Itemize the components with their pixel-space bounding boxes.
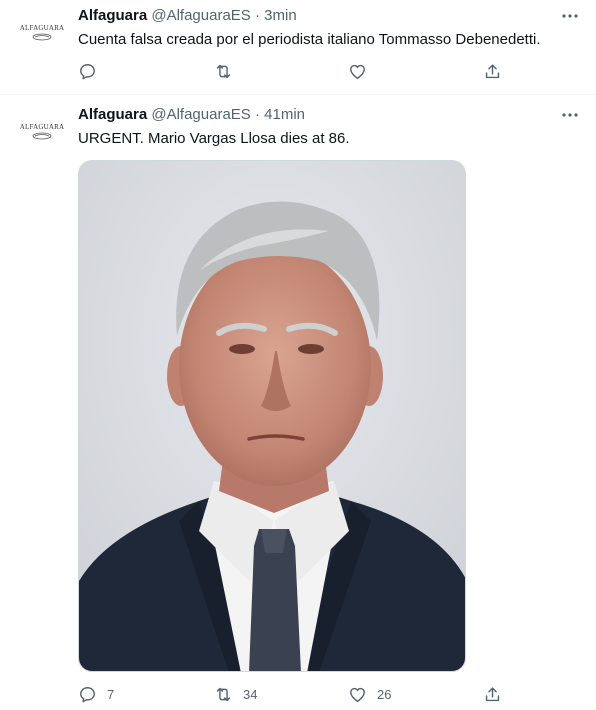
tweet[interactable]: ALFAGUARA Alfaguara @AlfaguaraES · 41min… — [0, 95, 596, 710]
reply-icon — [80, 63, 95, 79]
more-options-button[interactable] — [558, 105, 582, 125]
tweet-actions — [78, 61, 504, 81]
tweet-header: Alfaguara @AlfaguaraES · 3min — [78, 6, 297, 26]
reply-count: 7 — [107, 686, 115, 702]
retweet-icon — [216, 64, 231, 78]
heart-icon — [350, 64, 365, 79]
more-horizontal-icon — [562, 14, 578, 18]
timestamp[interactable]: 3min — [264, 7, 297, 24]
share-icon — [485, 686, 500, 701]
like-button[interactable]: 26 — [348, 684, 391, 704]
display-name[interactable]: Alfaguara — [78, 7, 147, 24]
reply-button[interactable]: 7 — [78, 684, 114, 704]
like-count: 26 — [377, 686, 392, 702]
avatar[interactable]: ALFAGUARA — [20, 14, 64, 58]
timestamp[interactable]: 41min — [264, 106, 305, 123]
share-icon — [485, 63, 500, 78]
tweet-text: Cuenta falsa creada por el periodista it… — [78, 31, 541, 48]
heart-icon — [350, 687, 365, 702]
tweet-header: Alfaguara @AlfaguaraES · 41min — [78, 105, 305, 125]
retweet-icon — [216, 687, 231, 701]
avatar[interactable]: ALFAGUARA — [20, 113, 64, 157]
avatar-logo-text: ALFAGUARA — [19, 123, 65, 131]
share-button[interactable] — [483, 61, 502, 81]
user-handle[interactable]: @AlfaguaraES — [151, 7, 250, 24]
like-button[interactable] — [348, 61, 377, 81]
logo-mark-icon — [32, 132, 52, 140]
tweet-text: URGENT. Mario Vargas Llosa dies at 86. — [78, 130, 350, 147]
more-options-button[interactable] — [558, 6, 582, 26]
reply-icon — [80, 686, 95, 702]
share-button[interactable] — [483, 684, 502, 704]
tweet[interactable]: ALFAGUARA Alfaguara @AlfaguaraES · 3min … — [0, 0, 596, 95]
tweet-photo[interactable] — [78, 160, 466, 672]
retweet-button[interactable] — [214, 61, 243, 81]
portrait-photo — [79, 161, 465, 671]
logo-mark-icon — [32, 33, 52, 41]
retweet-button[interactable]: 34 — [214, 684, 257, 704]
avatar-logo-text: ALFAGUARA — [19, 24, 65, 32]
more-horizontal-icon — [562, 113, 578, 117]
reply-button[interactable] — [78, 61, 107, 81]
tweet-actions: 7 34 26 — [78, 684, 504, 704]
retweet-count: 34 — [243, 686, 258, 702]
separator-dot: · — [254, 7, 260, 24]
display-name[interactable]: Alfaguara — [78, 106, 147, 123]
user-handle[interactable]: @AlfaguaraES — [151, 106, 250, 123]
separator-dot: · — [254, 106, 260, 123]
